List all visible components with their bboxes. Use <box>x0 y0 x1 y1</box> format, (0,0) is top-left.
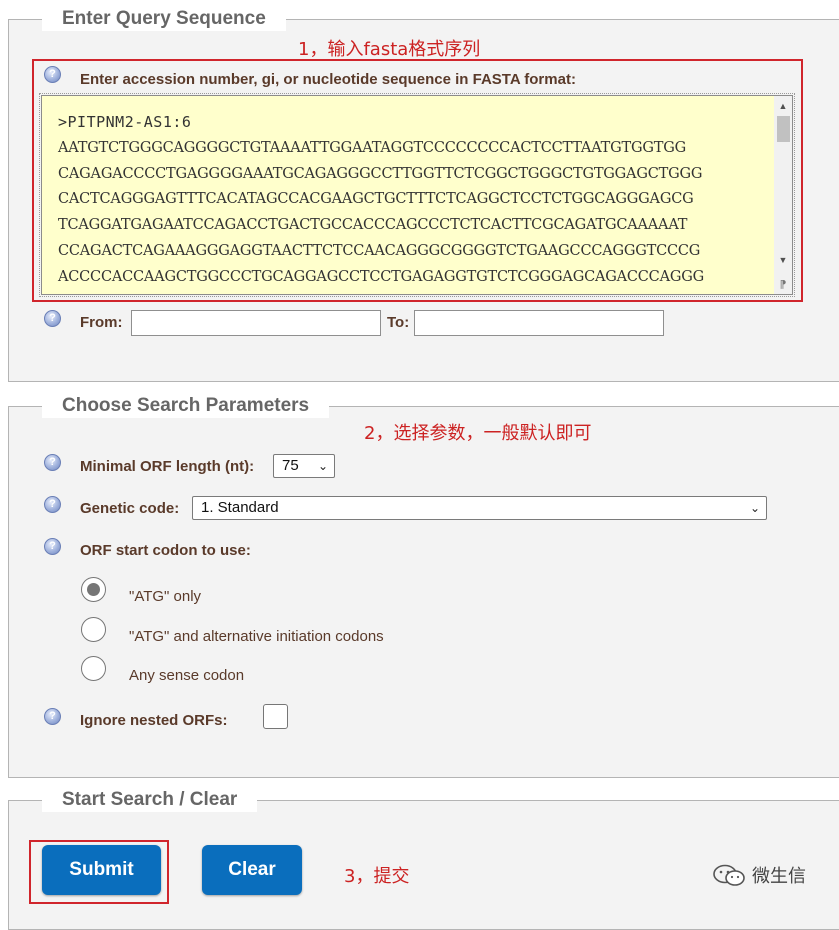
textarea-scrollbar[interactable]: ▲ ▼ <box>774 96 792 294</box>
radio-atg-alternative[interactable] <box>81 617 106 642</box>
from-label: From: <box>80 314 123 331</box>
sequence-text: >PITPNM2-AS1:6 AATGTCTGGGCAGGGGCTGTAAAATT… <box>58 110 704 291</box>
help-icon[interactable]: ? <box>44 454 61 471</box>
radio-atg-only[interactable] <box>81 577 106 602</box>
start-codon-label: ORF start codon to use: <box>80 542 251 559</box>
min-orf-select[interactable]: 75 ⌄ <box>273 454 335 478</box>
watermark-text: 微生信 <box>752 866 806 887</box>
chevron-down-icon: ⌄ <box>317 459 328 473</box>
genetic-code-label: Genetic code: <box>80 500 180 517</box>
ignore-nested-label: Ignore nested ORFs: <box>80 712 228 729</box>
submit-legend: Start Search / Clear <box>42 788 258 812</box>
sequence-line: TCAGGATGAGAATCCAGACCTGACTGCCACCCAGCCCTCT… <box>58 217 688 234</box>
from-input[interactable] <box>131 310 381 336</box>
radio-atg-only-label: "ATG" only <box>129 588 202 605</box>
min-orf-value: 75 <box>282 457 299 474</box>
radio-any-sense[interactable] <box>81 656 106 681</box>
help-icon[interactable]: ? <box>44 66 61 83</box>
query-annotation: 1，输入fasta格式序列 <box>298 39 481 60</box>
sequence-line: ACCCCACCAAGCTGGCCCTGCAGGAGCCTCCTGAGAGGTG… <box>58 268 705 285</box>
params-legend: Choose Search Parameters <box>42 394 330 418</box>
sequence-line: CAGAGACCCCTGAGGGGAAATGCAGAGGGCCTTGGTTCTC… <box>58 165 703 182</box>
genetic-code-select[interactable]: 1. Standard ⌄ <box>192 496 767 520</box>
wechat-icon <box>712 863 748 887</box>
clear-button[interactable]: Clear <box>202 845 302 895</box>
submit-button[interactable]: Submit <box>42 845 161 895</box>
query-legend: Enter Query Sequence <box>42 7 286 31</box>
scroll-thumb[interactable] <box>777 116 790 142</box>
radio-atg-alternative-label: "ATG" and alternative initiation codons <box>129 628 384 645</box>
submit-annotation: 3，提交 <box>344 866 410 887</box>
to-label: To: <box>387 314 410 331</box>
sequence-line: CACTCAGGGAGTTTCACATAGCCACGAAGCTGCTTTCTCA… <box>58 191 694 208</box>
ignore-nested-checkbox[interactable] <box>263 704 288 729</box>
help-icon[interactable]: ? <box>44 538 61 555</box>
sequence-textarea[interactable]: >PITPNM2-AS1:6 AATGTCTGGGCAGGGGCTGTAAAATT… <box>39 93 795 297</box>
sequence-line: AATGTCTGGGCAGGGGCTGTAAAATTGGAATAGGTCCCCC… <box>58 139 687 156</box>
chevron-down-icon: ⌄ <box>749 501 760 515</box>
params-annotation: 2，选择参数，一般默认即可 <box>364 423 592 444</box>
genetic-code-value: 1. Standard <box>201 499 279 516</box>
sequence-header-line: >PITPNM2-AS1:6 <box>58 113 192 131</box>
help-icon[interactable]: ? <box>44 496 61 513</box>
sequence-prompt-label: Enter accession number, gi, or nucleotid… <box>80 71 576 88</box>
help-icon[interactable]: ? <box>44 310 61 327</box>
min-orf-label: Minimal ORF length (nt): <box>80 458 255 475</box>
resize-grip-icon[interactable]: ⁋ <box>776 278 790 292</box>
scroll-down-icon[interactable]: ▼ <box>774 252 792 268</box>
help-icon[interactable]: ? <box>44 708 61 725</box>
radio-any-sense-label: Any sense codon <box>129 667 245 684</box>
scroll-up-icon[interactable]: ▲ <box>774 98 792 114</box>
to-input[interactable] <box>414 310 664 336</box>
sequence-line: CCAGACTCAGAAAGGGAGGTAACTTCTCCAACAGGGCGGG… <box>58 242 701 259</box>
